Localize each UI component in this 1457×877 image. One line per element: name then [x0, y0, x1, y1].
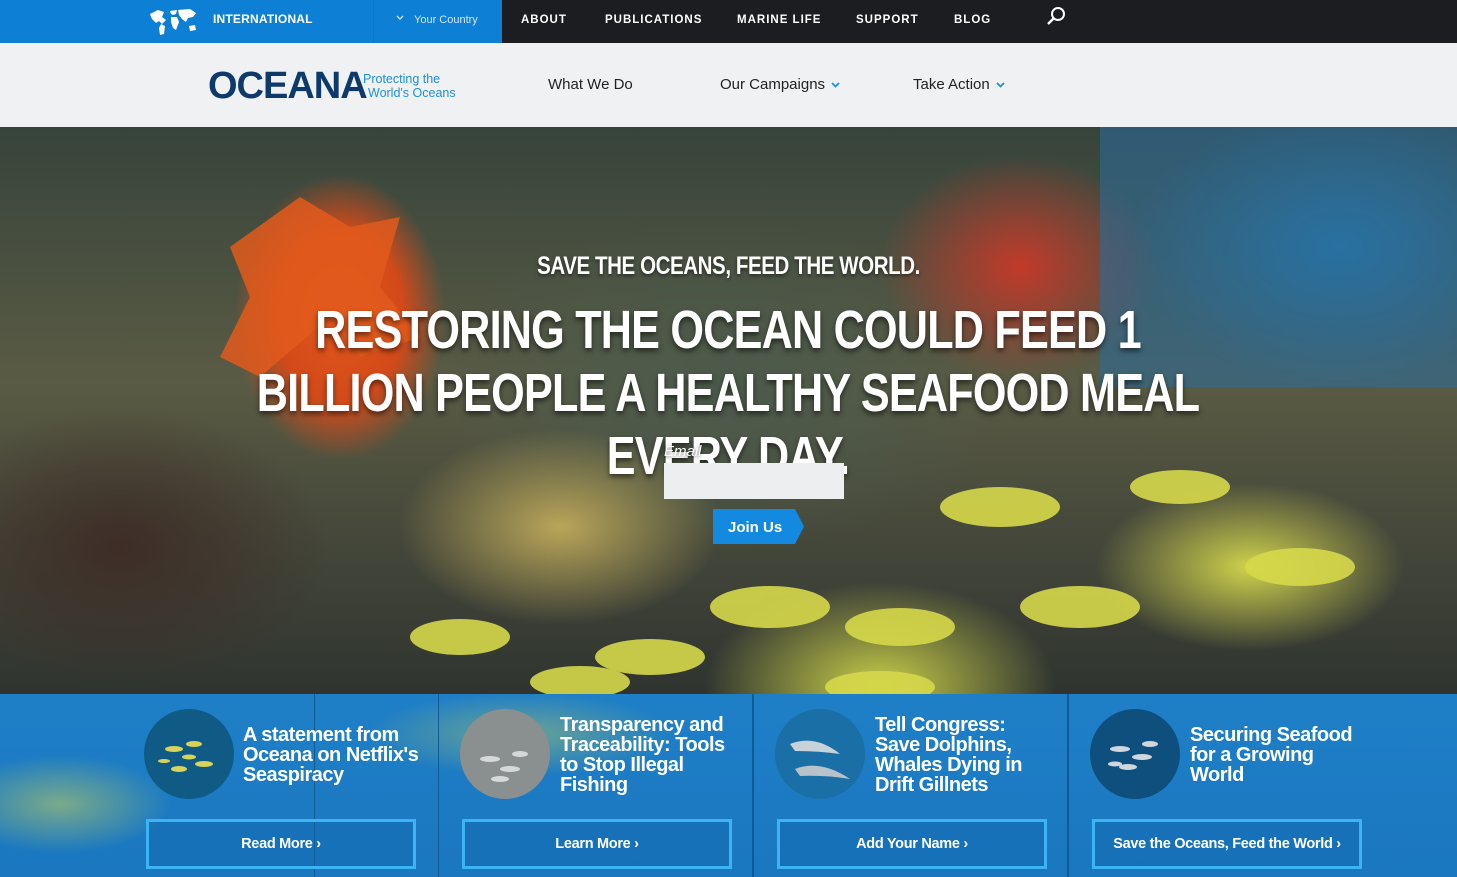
nav-take-action[interactable]: Take Action [913, 76, 1005, 93]
chevron-down-icon [396, 15, 404, 20]
tagline-line-1: Protecting the [363, 72, 441, 86]
hero-title: RESTORING THE OCEAN COULD FEED 1 BILLION… [256, 300, 1200, 486]
chevron-down-icon [996, 82, 1005, 88]
site-header: OCEANA Protecting the World's Oceans Wha… [0, 43, 1457, 127]
topnav-support[interactable]: SUPPORT [856, 14, 919, 26]
learn-more-button[interactable]: Learn More › [462, 819, 732, 869]
top-bar: INTERNATIONAL Your Country ABOUT PUBLICA… [0, 0, 1457, 43]
nav-what-we-do-label: What We Do [548, 76, 633, 93]
add-your-name-label: Add Your Name [856, 836, 960, 852]
card-transparency: Transparency and Traceability: Tools to … [438, 694, 753, 877]
email-label: Email [664, 443, 702, 460]
search-icon[interactable] [1046, 5, 1068, 27]
fish-school-thumbnail [1090, 709, 1180, 799]
nav-what-we-do[interactable]: What We Do [548, 76, 633, 93]
nav-our-campaigns-label: Our Campaigns [720, 76, 826, 93]
card-title: Transparency and Traceability: Tools to … [560, 714, 725, 796]
logo-tagline: Protecting the World's Oceans [363, 72, 456, 100]
card-dolphins: Tell Congress: Save Dolphins, Whales Dyi… [753, 694, 1068, 877]
card-title: Securing Seafood for a Growing World [1190, 724, 1353, 786]
add-your-name-button[interactable]: Add Your Name › [777, 819, 1047, 869]
save-oceans-button[interactable]: Save the Oceans, Feed the World › [1092, 819, 1362, 869]
topnav-about[interactable]: ABOUT [521, 14, 567, 26]
international-selector[interactable]: INTERNATIONAL [0, 0, 373, 43]
read-more-button[interactable]: Read More › [146, 819, 416, 869]
chevron-down-icon [831, 82, 840, 88]
email-input[interactable] [664, 463, 844, 499]
nav-our-campaigns[interactable]: Our Campaigns [720, 76, 840, 93]
topnav-marine-life[interactable]: MARINE LIFE [737, 14, 821, 26]
fish-school-thumbnail [144, 709, 234, 799]
topnav-publications[interactable]: PUBLICATIONS [605, 14, 702, 26]
nav-take-action-label: Take Action [913, 76, 990, 93]
hero-kicker: SAVE THE OCEANS, FEED THE WORLD. [537, 252, 920, 280]
country-label: Your Country [414, 14, 478, 26]
hero-banner: SAVE THE OCEANS, FEED THE WORLD. RESTORI… [0, 127, 1457, 694]
save-oceans-label: Save the Oceans, Feed the World [1113, 836, 1333, 852]
oceana-logo[interactable]: OCEANA [208, 67, 368, 105]
world-map-icon [150, 9, 196, 35]
join-us-label: Join Us [728, 519, 783, 536]
card-seafood: Securing Seafood for a Growing World Sav… [1068, 694, 1457, 877]
country-selector[interactable]: Your Country [373, 0, 502, 43]
learn-more-label: Learn More [555, 836, 631, 852]
card-seaspiracy: A statement from Oceana on Netflix's Sea… [0, 694, 419, 877]
tagline-line-2: World's Oceans [368, 86, 456, 100]
join-us-button[interactable]: Join Us [713, 509, 804, 544]
topnav-blog[interactable]: BLOG [954, 14, 991, 26]
international-label: INTERNATIONAL [213, 12, 313, 26]
fish-catch-thumbnail [460, 709, 550, 799]
read-more-label: Read More [241, 836, 313, 852]
dolphin-thumbnail [775, 709, 865, 799]
featured-cards: A statement from Oceana on Netflix's Sea… [0, 694, 1457, 877]
card-title: Tell Congress: Save Dolphins, Whales Dyi… [875, 714, 1022, 796]
card-title: A statement from Oceana on Netflix's Sea… [243, 724, 419, 786]
